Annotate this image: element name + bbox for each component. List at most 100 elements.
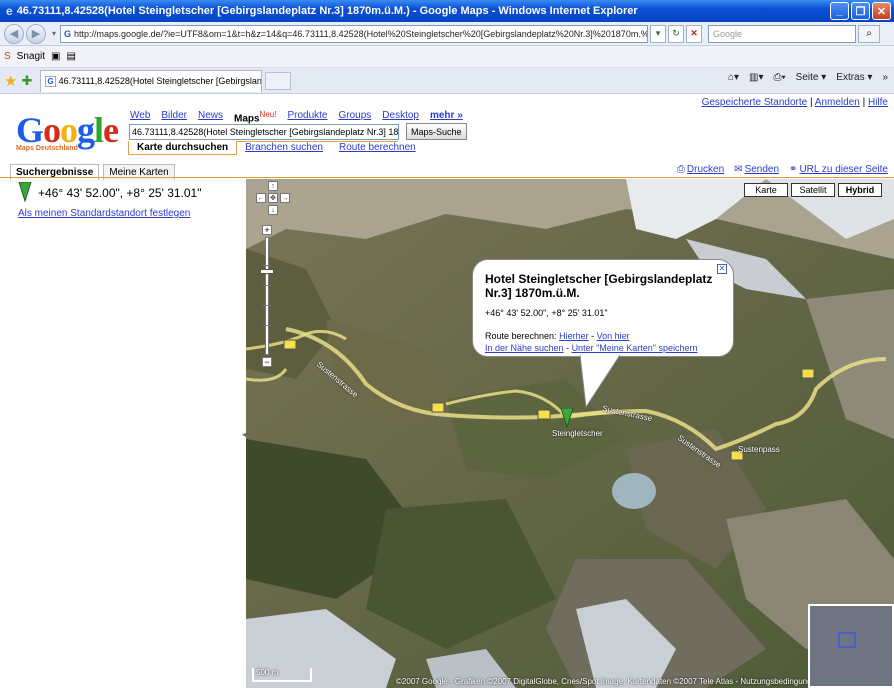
map-action-links: ⎙ Drucken ✉ Senden ⚭ URL zu dieser Seite: [677, 164, 888, 175]
window-titlebar: e 46.73111,8.42528(Hotel Steingletscher …: [0, 0, 894, 22]
location-marker-icon[interactable]: [560, 408, 574, 428]
help-link[interactable]: Hilfe: [868, 97, 888, 108]
pan-up-icon[interactable]: ↑: [268, 181, 278, 191]
add-favorite-icon[interactable]: ✚: [21, 73, 32, 89]
address-bar-row: ◀ ▶ ▾ G http://maps.google.de/?ie=UTF8&o…: [0, 22, 894, 46]
address-dropdown-icon[interactable]: ▾: [650, 24, 667, 43]
print-page-icon: ⎙: [676, 164, 685, 175]
overflow-icon[interactable]: »: [882, 72, 888, 83]
favorites-star-icon[interactable]: ★: [4, 72, 17, 90]
panel-divider: [0, 177, 894, 178]
pan-left-icon[interactable]: ←: [256, 193, 266, 203]
service-groups[interactable]: Groups: [338, 110, 371, 124]
print-link[interactable]: Drucken: [687, 164, 724, 175]
pan-center-icon[interactable]: ✥: [268, 193, 278, 203]
result-marker-icon[interactable]: [18, 182, 32, 202]
zoom-in-icon[interactable]: +: [262, 225, 272, 235]
tab-search-map[interactable]: Karte durchsuchen: [128, 141, 238, 155]
home-icon[interactable]: ⌂▾: [728, 72, 739, 83]
maps-search-button[interactable]: Maps-Suche: [406, 123, 467, 140]
mail-icon: ✉: [734, 164, 743, 175]
save-to-my-maps-link[interactable]: Unter "Meine Karten" speichern: [572, 343, 698, 353]
browser-search-input[interactable]: Google: [708, 24, 857, 43]
close-button[interactable]: ✕: [872, 2, 891, 20]
search-subtabs: Karte durchsuchen Branchen suchen Route …: [128, 141, 424, 155]
link-icon: ⚭: [789, 164, 798, 175]
command-bar: ⌂▾ ▥▾ ⎙▾ Seite ▾ Extras ▾ »: [728, 72, 888, 83]
tab-business-search[interactable]: Branchen suchen: [237, 141, 331, 155]
service-web[interactable]: Web: [130, 110, 150, 124]
service-products[interactable]: Produkte: [287, 110, 327, 124]
service-images[interactable]: Bilder: [161, 110, 187, 124]
map-copyright: ©2007 Google - Grafiken ©2007 DigitalGlo…: [396, 677, 821, 686]
maximize-button[interactable]: ❐: [851, 2, 870, 20]
window-title: 46.73111,8.42528(Hotel Steingletscher [G…: [16, 5, 638, 17]
map-type-satellite[interactable]: Satellit: [791, 183, 835, 197]
zoom-out-icon[interactable]: −: [262, 357, 272, 367]
stop-button[interactable]: ✕: [686, 24, 703, 43]
overview-viewport[interactable]: [838, 632, 856, 648]
info-actions: Route berechnen: Hierher - Von hier In d…: [485, 331, 698, 353]
edit-icon[interactable]: ▤: [66, 51, 75, 62]
search-nearby-link[interactable]: In der Nähe suchen: [485, 343, 564, 353]
tab-favicon-icon: G: [45, 75, 56, 87]
result-coordinates[interactable]: +46° 43' 52.00", +8° 25' 31.01": [38, 186, 202, 200]
history-dropdown-icon[interactable]: ▾: [52, 29, 56, 38]
zoom-control: + −: [260, 225, 274, 369]
search-icon[interactable]: ⌕: [858, 24, 881, 43]
pan-control: ↑ ← ✥ → ↓: [256, 181, 290, 223]
site-favicon-icon: G: [64, 28, 72, 39]
page-menu[interactable]: Seite ▾: [796, 72, 827, 83]
zoom-thumb[interactable]: [260, 269, 274, 274]
address-text: http://maps.google.de/?ie=UTF8&om=1&t=h&…: [74, 28, 649, 39]
info-window: ✕ Hotel Steingletscher [Gebirgslandeplat…: [472, 259, 734, 357]
overview-map[interactable]: [808, 604, 894, 688]
maps-search-input[interactable]: 46.73111,8.42528(Hotel Steingletscher [G…: [129, 124, 399, 140]
browser-tab-active[interactable]: G 46.73111,8.42528(Hotel Steingletscher …: [40, 69, 263, 92]
back-button[interactable]: ◀: [4, 23, 24, 44]
login-link[interactable]: Anmelden: [815, 97, 860, 108]
links-item-snagit[interactable]: Snagit: [17, 51, 45, 62]
ie-icon: e: [6, 4, 13, 18]
address-input[interactable]: G http://maps.google.de/?ie=UTF8&om=1&t=…: [60, 24, 649, 43]
marker-label: Steingletscher: [552, 429, 603, 438]
route-from-here-link[interactable]: Von hier: [597, 331, 630, 341]
google-logo[interactable]: Google: [16, 112, 119, 148]
minimize-button[interactable]: _: [830, 2, 849, 20]
zoom-track[interactable]: [265, 237, 269, 355]
info-coordinates: +46° 43' 52.00", +8° 25' 31.01": [485, 308, 608, 318]
snagit-icon: S: [4, 51, 11, 62]
info-title: Hotel Steingletscher [Gebirgslandeplatz …: [485, 272, 713, 300]
page-menu-label: Seite: [795, 72, 819, 83]
set-default-location-link[interactable]: Als meinen Standardstandort festlegen: [18, 208, 190, 219]
route-to-here-link[interactable]: Hierher: [559, 331, 589, 341]
close-icon[interactable]: ✕: [717, 264, 727, 274]
pan-down-icon[interactable]: ↓: [268, 205, 278, 215]
print-icon[interactable]: ⎙▾: [773, 72, 785, 83]
google-top-links: Gespeicherte Standorte | Anmelden | Hilf…: [701, 97, 888, 108]
pan-right-icon[interactable]: →: [280, 193, 290, 203]
scale-bar: 500 m: [252, 668, 312, 682]
new-badge: Neu!: [259, 110, 277, 119]
tab-directions[interactable]: Route berechnen: [331, 141, 424, 155]
map-canvas[interactable]: Steingletscher Sustenpass Sustenstrasse …: [246, 179, 894, 688]
refresh-button[interactable]: ↻: [668, 24, 685, 43]
service-maps: MapsNeu!: [234, 110, 276, 124]
send-link[interactable]: Senden: [745, 164, 779, 175]
pass-label: Sustenpass: [738, 445, 780, 454]
browser-tabs-row: ★ ✚ G 46.73111,8.42528(Hotel Steingletsc…: [0, 68, 894, 94]
map-type-map[interactable]: Karte: [744, 183, 788, 197]
route-label: Route berechnen:: [485, 331, 557, 341]
saved-places-link[interactable]: Gespeicherte Standorte: [702, 97, 808, 108]
page-url-link[interactable]: URL zu dieser Seite: [799, 164, 888, 175]
forward-button[interactable]: ▶: [26, 23, 46, 44]
extras-menu[interactable]: Extras ▾: [836, 72, 872, 83]
service-news[interactable]: News: [198, 110, 223, 124]
screen-capture-icon[interactable]: ▣: [51, 51, 60, 62]
new-tab-button[interactable]: [265, 71, 292, 90]
map-type-hybrid[interactable]: Hybrid: [838, 183, 882, 197]
logo-subtitle: Maps Deutschland: [16, 145, 78, 152]
feeds-icon[interactable]: ▥▾: [749, 72, 763, 83]
links-bar: S Snagit ▣ ▤: [0, 46, 894, 68]
map-type-controls: Karte Satellit Hybrid: [744, 183, 882, 197]
